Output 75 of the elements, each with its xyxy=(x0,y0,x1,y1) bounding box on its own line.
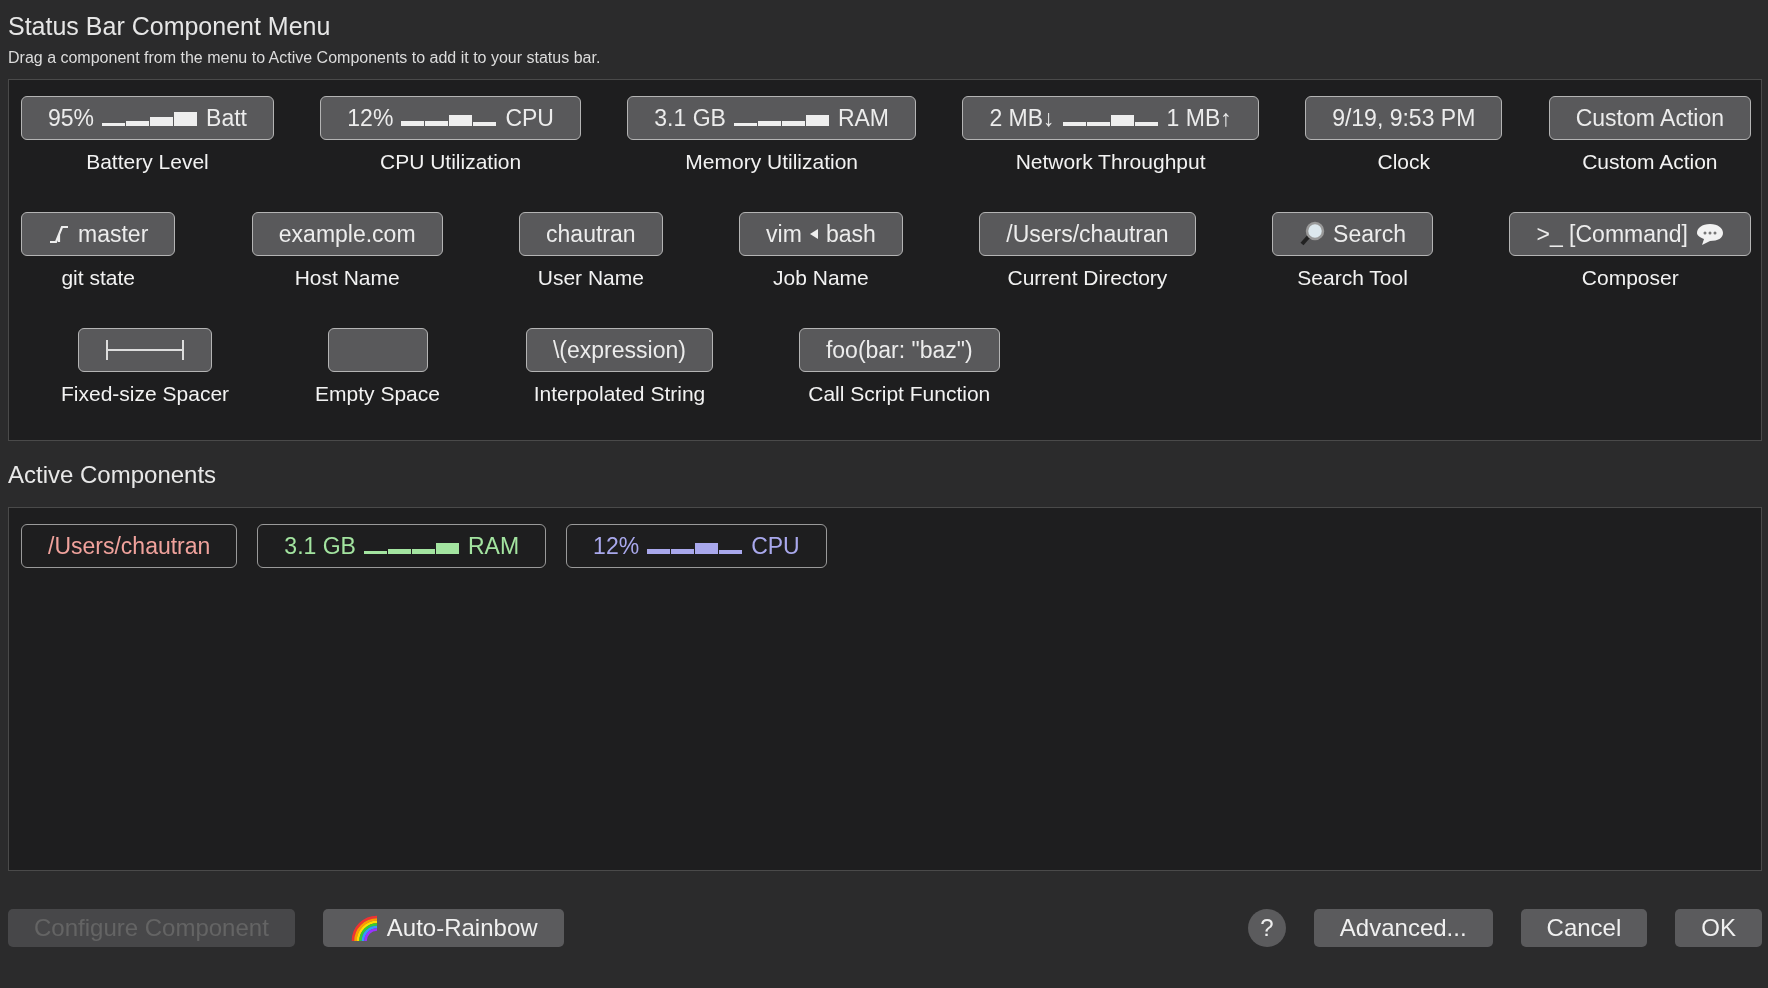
component-chip[interactable]: /Users/chautran xyxy=(979,212,1196,256)
component-chip[interactable]: master xyxy=(21,212,176,256)
value-text: 12% xyxy=(347,104,394,132)
component-text: /Users/chautran xyxy=(1006,220,1169,248)
unit-text: CPU xyxy=(751,532,800,560)
value-text: 2 MB↓ xyxy=(989,104,1055,132)
component-chip[interactable]: Custom Action xyxy=(1548,96,1751,140)
component-label: git state xyxy=(61,266,135,290)
component-chip[interactable]: example.com xyxy=(251,212,443,256)
component-label: Interpolated String xyxy=(533,382,706,406)
branch-icon xyxy=(48,224,70,244)
component-label: Battery Level xyxy=(86,150,209,174)
component-text: /Users/chautran xyxy=(48,532,211,560)
component-chip[interactable]: vim bash xyxy=(739,212,903,256)
dialog-button[interactable]: Advanced... xyxy=(1313,908,1493,947)
component-text: chautran xyxy=(546,220,636,248)
magnifier-icon xyxy=(1299,221,1326,247)
active-component-chip[interactable]: 12% CPU xyxy=(566,524,827,568)
unit-text: RAM xyxy=(467,532,520,560)
job-text: bash xyxy=(825,220,876,248)
component-chip[interactable] xyxy=(78,328,213,372)
component-label: Network Throughput xyxy=(1015,150,1206,174)
component-label: Host Name xyxy=(294,266,400,290)
component-text: 9/19, 9:53 PM xyxy=(1332,104,1476,132)
speech-bubble-icon xyxy=(1696,222,1724,246)
component-label: Clock xyxy=(1377,150,1430,174)
component-chip[interactable]: foo(bar: "baz") xyxy=(798,328,1000,372)
component-chip[interactable]: 3.1 GB RAM xyxy=(627,96,917,140)
section-title: Active Components xyxy=(8,461,218,489)
component-label: Search Tool xyxy=(1297,266,1408,290)
active-component-chip[interactable]: /Users/chautran xyxy=(21,524,238,568)
active-component-chip[interactable]: 3.1 GB RAM xyxy=(257,524,547,568)
component-label: CPU Utilization xyxy=(380,150,522,174)
component-chip[interactable]: \(expression) xyxy=(525,328,713,372)
value-text: 3.1 GB xyxy=(654,104,726,132)
value-text: 12% xyxy=(593,532,640,560)
component-text: foo(bar: "baz") xyxy=(825,336,973,364)
command-text: >_ [Command] xyxy=(1536,220,1688,248)
search-text: Search xyxy=(1333,220,1406,248)
help-button[interactable]: ? xyxy=(1247,908,1286,947)
component-text: example.com xyxy=(278,220,416,248)
component-label: User Name xyxy=(537,266,644,290)
component-label: Composer xyxy=(1581,266,1679,290)
instruction-text: Drag a component from the menu to Active Components to add it to your status bar. xyxy=(8,49,602,67)
value-text: 3.1 GB xyxy=(284,532,356,560)
component-chip[interactable]: 12% CPU xyxy=(320,96,581,140)
component-label: Fixed-size Spacer xyxy=(61,382,230,406)
component-label: Custom Action xyxy=(1582,150,1718,174)
component-text: Custom Action xyxy=(1575,104,1724,132)
component-chip[interactable]: Search xyxy=(1272,212,1433,256)
component-text: \(expression) xyxy=(552,336,686,364)
unit-text: RAM xyxy=(837,104,890,132)
component-chip[interactable]: 2 MB↓ 1 MB↑ xyxy=(962,96,1259,140)
dialog-button[interactable]: OK xyxy=(1675,908,1762,947)
spacer-icon xyxy=(105,338,186,362)
component-label: Current Directory xyxy=(1007,266,1168,290)
triangle-icon xyxy=(809,229,818,239)
component-label: Empty Space xyxy=(315,382,440,406)
component-chip[interactable] xyxy=(327,328,428,372)
component-chip[interactable]: 9/19, 9:53 PM xyxy=(1305,96,1503,140)
branch-text: master xyxy=(78,220,149,248)
component-label: Job Name xyxy=(773,266,869,290)
component-chip[interactable]: 95% Batt xyxy=(21,96,274,140)
unit-text: CPU xyxy=(505,104,554,132)
component-label: Memory Utilization xyxy=(685,150,858,174)
value-text: 95% xyxy=(48,104,95,132)
dialog-button[interactable]: Cancel xyxy=(1520,908,1648,947)
component-chip[interactable]: >_ [Command] xyxy=(1509,212,1751,256)
auto-rainbow-button[interactable]: Auto-Rainbow xyxy=(322,908,564,947)
component-chip[interactable]: chautran xyxy=(519,212,663,256)
component-label: Call Script Function xyxy=(808,382,991,406)
unit-text: Batt xyxy=(206,104,247,132)
job-text: vim xyxy=(766,220,802,248)
unit-text: 1 MB↑ xyxy=(1166,104,1232,132)
section-title: Status Bar Component Menu xyxy=(8,12,332,41)
